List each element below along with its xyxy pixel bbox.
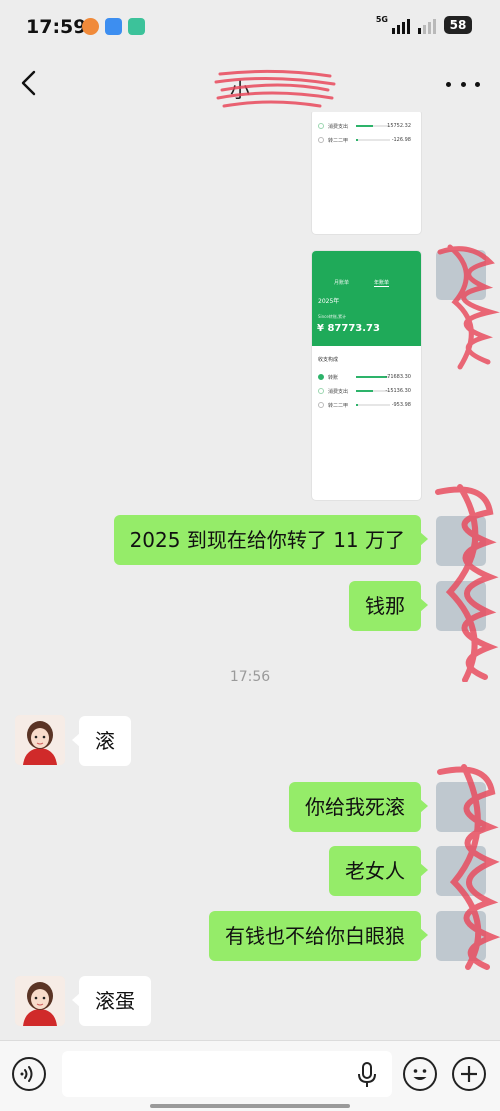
status-time: 17:59 [26,16,87,38]
notification-app-icon [105,18,122,35]
plus-icon[interactable] [452,1057,486,1091]
my-avatar[interactable] [436,782,486,832]
chat-title: 小 [210,68,340,108]
bill-row: 消费支出 -15136.30 [318,385,415,397]
back-icon[interactable] [16,68,44,98]
chat-area[interactable]: 消费支出 15752.32 转二二甲 -126.98 月账单 年账单 2025年… [0,112,500,1040]
bill-total: ¥ 87773.73 [317,323,380,334]
status-bar: 17:59 5G 58 [0,0,500,56]
girl-avatar-icon [15,715,65,765]
input-bar [0,1040,500,1111]
bill-row: 转二二甲 -126.98 [318,134,415,146]
bill-row: 消费支出 15752.32 [318,120,415,132]
message-input[interactable] [62,1051,392,1097]
my-avatar[interactable] [436,581,486,631]
message-bubble-outgoing[interactable]: 有钱也不给你白眼狼 [209,911,428,961]
girl-avatar-icon [15,976,65,1026]
microphone-icon[interactable] [356,1061,378,1089]
my-avatar[interactable] [436,911,486,961]
home-indicator[interactable] [150,1104,350,1108]
my-avatar[interactable] [436,516,486,566]
bill-row: 转二二甲 -953.98 [318,399,415,411]
signal-icon [392,16,410,34]
my-avatar[interactable] [436,250,486,300]
my-avatar[interactable] [436,846,486,896]
chat-header: 小 [0,56,500,112]
voice-icon[interactable] [12,1057,46,1091]
signal-secondary-icon [418,16,436,34]
notification-app-icon [128,18,145,35]
more-options-icon[interactable] [446,72,480,96]
contact-avatar[interactable] [15,976,65,1026]
network-type: 5G [375,14,388,24]
bill-header: 月账单 年账单 2025年 Since转账,累计 ¥ 87773.73 [312,251,421,346]
notification-app-icon [82,18,99,35]
emoji-icon[interactable] [403,1057,437,1091]
message-bubble-outgoing[interactable]: 老女人 [329,846,428,896]
screenshot-image-top[interactable]: 消费支出 15752.32 转二二甲 -126.98 [312,112,421,234]
redaction-scribble [214,69,336,108]
message-bubble-outgoing[interactable]: 2025 到现在给你转了 11 万了 [113,515,429,565]
message-timestamp: 17:56 [229,669,271,685]
notification-icons [82,18,145,35]
message-bubble-outgoing[interactable]: 钱那 [349,581,428,631]
status-right: 5G 58 [375,14,472,34]
bill-row: 转账 -71683.30 [318,371,415,383]
message-bubble-outgoing[interactable]: 你给我死滚 [289,782,428,832]
message-bubble-incoming[interactable]: 滚蛋 [72,976,151,1026]
contact-avatar[interactable] [15,715,65,765]
battery-indicator: 58 [444,16,472,34]
screenshot-image-bill[interactable]: 月账单 年账单 2025年 Since转账,累计 ¥ 87773.73 收支构成… [312,251,421,500]
message-bubble-incoming[interactable]: 滚 [72,716,131,766]
